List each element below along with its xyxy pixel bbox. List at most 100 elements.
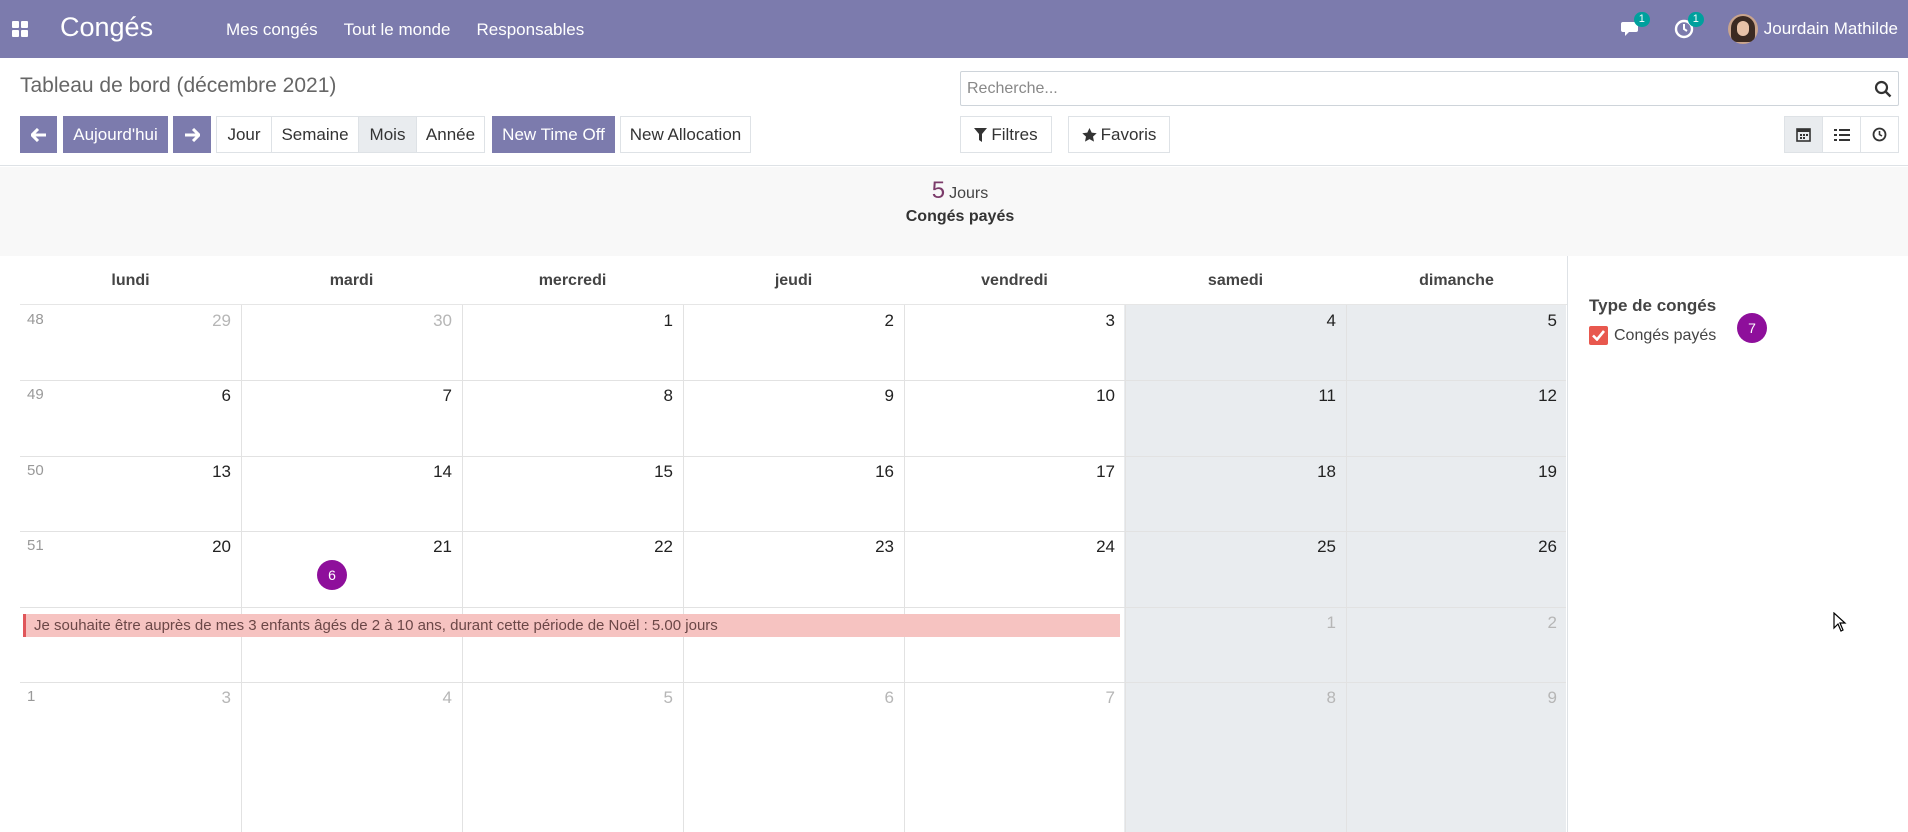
day-number[interactable]: 11: [1296, 386, 1336, 406]
messages-icon[interactable]: 1: [1620, 12, 1650, 40]
weekday-lundi: lundi: [111, 272, 150, 289]
list-view-button[interactable]: [1822, 116, 1861, 153]
day-number[interactable]: 3: [191, 688, 231, 708]
apps-menu-icon[interactable]: [12, 21, 28, 37]
user-avatar[interactable]: [1727, 14, 1758, 44]
scale-day-button[interactable]: Jour: [216, 116, 272, 153]
week-number: 50: [27, 461, 44, 479]
day-number[interactable]: 19: [1517, 462, 1557, 482]
day-number[interactable]: 9: [1517, 688, 1557, 708]
day-number[interactable]: 24: [1075, 537, 1115, 557]
filters-button[interactable]: Filtres: [960, 116, 1052, 153]
scale-year-button[interactable]: Année: [416, 116, 485, 153]
row-divider: [20, 606, 1566, 608]
search-icon[interactable]: [1874, 80, 1892, 98]
day-number[interactable]: 17: [1075, 462, 1115, 482]
arrow-right-icon: [185, 127, 200, 142]
user-name[interactable]: Jourdain Mathilde: [1764, 19, 1898, 39]
day-number[interactable]: 13: [191, 462, 231, 482]
day-number[interactable]: 16: [854, 462, 894, 482]
menu-item-responsables[interactable]: Responsables: [476, 20, 584, 40]
calendar-icon: [1796, 128, 1811, 142]
filter-checkbox[interactable]: [1589, 326, 1608, 345]
today-button[interactable]: Aujourd'hui: [63, 116, 168, 153]
month-calendar: lundi mardi mercredi jeudi vendredi same…: [20, 256, 1567, 832]
day-number[interactable]: 26: [1517, 537, 1557, 557]
day-number[interactable]: 5: [633, 688, 673, 708]
leave-type-title: Type de congés: [1589, 296, 1717, 315]
menu-item-tout-le-monde[interactable]: Tout le monde: [344, 20, 451, 40]
day-number[interactable]: 7: [412, 386, 452, 406]
search-bar: [960, 71, 1899, 106]
week-number: 48: [27, 311, 44, 328]
day-number[interactable]: 14: [412, 462, 452, 482]
day-number[interactable]: 1: [1296, 613, 1336, 633]
day-number[interactable]: 4: [412, 688, 452, 708]
scale-week-button[interactable]: Semaine: [271, 116, 359, 153]
favorites-label: Favoris: [1100, 124, 1157, 144]
summary-unit: Jours: [949, 185, 989, 202]
next-button[interactable]: [173, 116, 211, 153]
arrow-left-icon: [30, 127, 46, 142]
page-title: Tableau de bord (décembre 2021): [20, 74, 337, 97]
scale-switcher: Jour Semaine Mois Année: [216, 116, 485, 153]
check-icon: [1592, 330, 1605, 341]
day-number[interactable]: 12: [1517, 386, 1557, 406]
new-time-off-button[interactable]: New Time Off: [492, 116, 615, 153]
day-number[interactable]: 4: [1296, 311, 1336, 331]
day-number[interactable]: 30: [412, 311, 452, 331]
weekend-background: [1124, 305, 1566, 832]
row-divider: [20, 380, 1566, 382]
filters-label: Filtres: [991, 124, 1038, 144]
weekday-header: lundi mardi mercredi jeudi vendredi same…: [20, 256, 1567, 305]
day-number[interactable]: 18: [1296, 462, 1336, 482]
day-number[interactable]: 9: [854, 386, 894, 406]
calendar-view-button[interactable]: [1784, 116, 1823, 153]
activities-clock-icon[interactable]: 1: [1674, 12, 1704, 40]
day-number[interactable]: 6: [191, 386, 231, 406]
column-divider: [241, 305, 242, 832]
day-number[interactable]: 5: [1517, 311, 1557, 331]
weekday-jeudi: jeudi: [774, 272, 813, 289]
day-number[interactable]: 8: [633, 386, 673, 406]
day-number[interactable]: 25: [1296, 537, 1336, 557]
new-allocation-button[interactable]: New Allocation: [620, 116, 751, 153]
day-number[interactable]: 2: [1517, 613, 1557, 633]
day-number[interactable]: 3: [1075, 311, 1115, 331]
week-number: 49: [27, 386, 44, 404]
annotation-marker-6: 6: [317, 560, 347, 590]
app-title[interactable]: Congés: [60, 12, 153, 43]
activity-view-button[interactable]: [1860, 116, 1899, 153]
day-number[interactable]: 29: [191, 311, 231, 331]
day-number[interactable]: 22: [633, 537, 673, 557]
day-number[interactable]: 6: [854, 688, 894, 708]
favorites-button[interactable]: Favoris: [1068, 116, 1170, 153]
summary-number: 5: [931, 177, 946, 204]
scale-month-button[interactable]: Mois: [358, 116, 417, 153]
day-number[interactable]: 20: [191, 537, 231, 557]
filter-side-panel: Type de congés Congés payés 7: [1567, 256, 1908, 832]
menu-item-mes-conges[interactable]: Mes congés: [226, 20, 318, 40]
day-number[interactable]: 15: [633, 462, 673, 482]
weekday-vendredi: vendredi: [981, 272, 1048, 289]
main-menu: Mes congés Tout le monde Responsables: [226, 20, 584, 40]
week-number: 51: [27, 537, 44, 555]
day-number[interactable]: 8: [1296, 688, 1336, 708]
summary-count: 5 Jours: [0, 177, 1908, 205]
day-number[interactable]: 10: [1075, 386, 1115, 406]
day-number[interactable]: 23: [854, 537, 894, 557]
leave-summary: 5 Jours Congés payés: [0, 167, 1908, 256]
day-number[interactable]: 7: [1075, 688, 1115, 708]
time-off-event[interactable]: Je souhaite être auprès de mes 3 enfants…: [23, 614, 1120, 637]
filter-conges-payes[interactable]: Congés payés: [1589, 326, 1716, 345]
view-switcher: [1784, 116, 1899, 153]
day-number[interactable]: 2: [854, 311, 894, 331]
activities-badge: 1: [1687, 12, 1704, 27]
day-number[interactable]: 1: [633, 311, 673, 331]
day-number[interactable]: 21: [412, 537, 452, 557]
clock-icon: [1872, 127, 1887, 142]
search-input[interactable]: [961, 72, 1841, 105]
weekday-samedi: samedi: [1207, 272, 1264, 289]
previous-button[interactable]: [20, 116, 57, 153]
messages-badge: 1: [1633, 12, 1650, 27]
